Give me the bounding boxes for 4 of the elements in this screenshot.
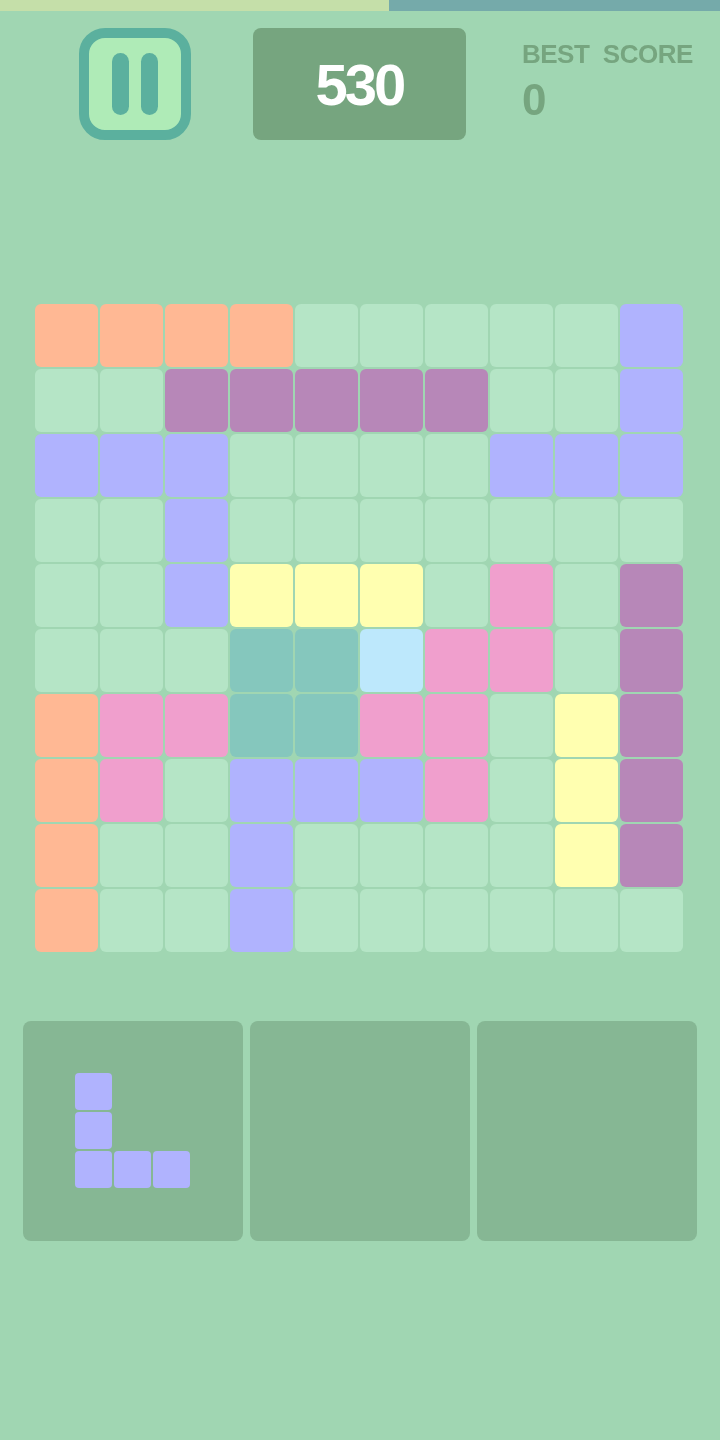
pause-button[interactable] [79,28,191,140]
score: 530 [315,50,404,118]
block-piece[interactable] [75,1073,190,1188]
pause-icon [112,53,158,115]
